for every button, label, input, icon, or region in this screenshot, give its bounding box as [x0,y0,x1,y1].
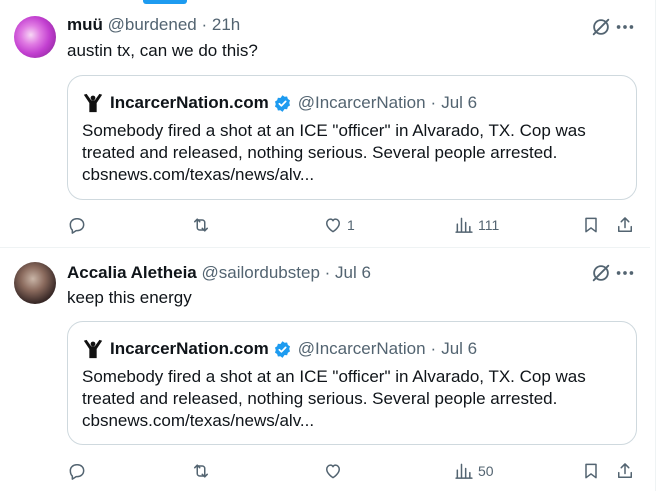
quote-timestamp: Jul 6 [441,339,478,358]
tweet-text: keep this energy [67,288,192,307]
share-button[interactable] [615,459,635,483]
share-icon [618,217,632,232]
quoted-tweet[interactable]: IncarcerNation.com @IncarcerNation · Jul… [67,75,637,200]
quote-author-handle: @IncarcerNation [297,339,426,358]
column-divider [655,0,656,491]
view-count: 50 [478,463,494,479]
reply-icon [69,218,85,234]
tweet-header: Accalia Aletheia @sailordubstep · Jul 6 [67,262,371,284]
separator-dot: · [324,263,331,282]
avatar[interactable] [14,262,56,304]
reply-icon [69,464,85,480]
quote-author-handle: @IncarcerNation [297,93,426,112]
quote-header: IncarcerNation.com @IncarcerNation · Jul… [82,337,477,361]
author-handle[interactable]: @burdened [108,15,197,34]
tweet-header: muü @burdened · 21h [67,14,240,36]
repost-button[interactable] [191,213,215,237]
incarcernation-logo-icon [82,92,104,114]
views-icon [455,463,473,479]
share-icon [618,463,632,478]
views-icon [455,217,473,233]
timestamp[interactable]: 21h [212,15,240,34]
repost-button[interactable] [191,459,215,483]
bookmark-button[interactable] [581,213,601,237]
like-button[interactable]: 1 [323,213,355,237]
verified-badge-icon [274,94,290,112]
tweet[interactable]: Accalia Aletheia @sailordubstep · Jul 6 … [0,248,650,491]
separator-dot: · [430,339,437,358]
quote-header: IncarcerNation.com @IncarcerNation · Jul… [82,91,477,115]
author-name[interactable]: Accalia Aletheia [67,263,197,282]
quote-author-name: IncarcerNation.com [110,93,269,112]
separator-dot: · [430,93,437,112]
action-bar: 50 [67,459,637,483]
heart-icon [326,218,340,233]
bookmark-icon [585,463,597,479]
quote-text: Somebody fired a shot at an ICE "officer… [82,121,586,184]
views-button[interactable]: 50 [454,459,494,483]
views-button[interactable]: 111 [454,213,499,237]
reply-button[interactable] [67,213,91,237]
quote-author-name: IncarcerNation.com [110,339,269,358]
tweet-text: austin tx, can we do this? [67,41,258,60]
verified-badge-icon [274,340,290,358]
like-count: 1 [347,217,355,233]
view-count: 111 [478,217,500,233]
incarcernation-logo-icon [82,338,104,360]
grok-icon[interactable] [590,262,612,284]
heart-icon [326,464,340,479]
quoted-tweet[interactable]: IncarcerNation.com @IncarcerNation · Jul… [67,321,637,445]
more-icon[interactable] [614,16,636,38]
more-icon[interactable] [614,262,636,284]
author-handle[interactable]: @sailordubstep [202,263,320,282]
like-button[interactable] [323,459,347,483]
share-button[interactable] [615,213,635,237]
timestamp[interactable]: Jul 6 [335,263,371,282]
author-name[interactable]: muü [67,15,103,34]
bookmark-button[interactable] [581,459,601,483]
avatar[interactable] [14,16,56,58]
tweet[interactable]: muü @burdened · 21h austin tx, can we do… [0,0,650,248]
reply-button[interactable] [67,459,91,483]
quote-timestamp: Jul 6 [441,93,478,112]
quote-text: Somebody fired a shot at an ICE "officer… [82,367,586,430]
repost-icon [194,464,208,478]
grok-icon[interactable] [590,16,612,38]
separator-dot: · [201,15,208,34]
bookmark-icon [585,217,597,233]
action-bar: 1 111 [67,213,637,237]
repost-icon [194,218,208,232]
